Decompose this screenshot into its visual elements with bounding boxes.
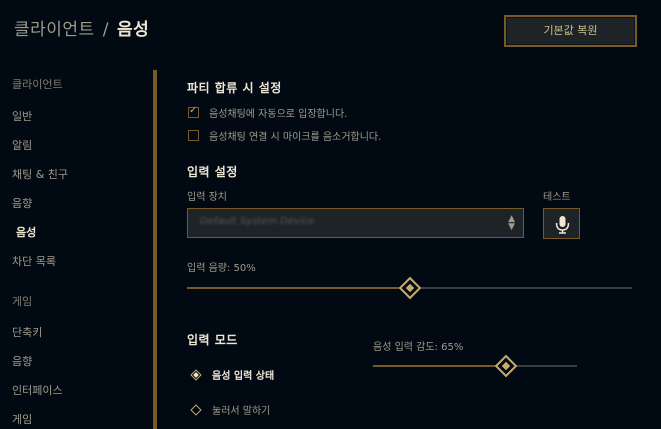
breadcrumb: 클라이언트 / 음성 (14, 15, 149, 40)
sidebar-item-game-sound[interactable]: 음향 (12, 353, 32, 369)
mic-test-button[interactable] (543, 208, 580, 239)
input-volume-label: 입력 음량: 50% (187, 263, 256, 274)
up-down-arrows-icon: ▲ ▼ (508, 214, 515, 232)
input-volume-handle[interactable] (398, 276, 421, 300)
input-device-select[interactable]: Default System Device ▲ ▼ (187, 208, 524, 238)
breadcrumb-current: 음성 (116, 20, 150, 40)
sidebar-item-voice[interactable]: 음성 (16, 224, 36, 240)
auto-join-checkbox[interactable] (188, 105, 199, 118)
input-mode-title: 입력 모드 (187, 333, 238, 347)
sidebar-item-notifications[interactable]: 알림 (12, 137, 32, 153)
sidebar-section-client: 클라이언트 (12, 78, 63, 91)
breadcrumb-section: 클라이언트 (14, 20, 95, 40)
sidebar: 클라이언트 일반 알림 채팅 & 친구 음향 음성 차단 목록 게임 단축키 음… (0, 64, 150, 429)
mute-mic-checkbox[interactable] (188, 130, 199, 141)
sidebar-item-block-list[interactable]: 차단 목록 (12, 253, 56, 269)
sidebar-item-sound[interactable]: 음향 (12, 195, 32, 211)
input-device-value: Default System Device (200, 216, 315, 227)
sidebar-item-hotkeys[interactable]: 단축키 (12, 324, 42, 340)
restore-defaults-button[interactable]: 기본값 복원 (504, 15, 637, 47)
microphone-icon (555, 216, 570, 234)
auto-join-voice-option[interactable]: 음성채팅에 자동으로 입장합니다. (188, 105, 347, 120)
sidebar-item-chat-friends[interactable]: 채팅 & 친구 (12, 166, 68, 182)
voice-activation-label: 음성 입력 상태 (212, 371, 275, 382)
sidebar-section-game: 게임 (12, 295, 33, 308)
mode-option-voice-activation[interactable]: 음성 입력 상태 (190, 367, 275, 382)
header: 클라이언트 / 음성 기본값 복원 (0, 0, 661, 60)
test-label: 테스트 (543, 192, 571, 203)
sidebar-item-general[interactable]: 일반 (12, 108, 32, 124)
input-volume-slider[interactable] (187, 276, 632, 300)
sidebar-item-interface[interactable]: 인터페이스 (12, 382, 63, 398)
input-settings-title: 입력 설정 (187, 165, 238, 179)
input-volume-fill (187, 287, 410, 289)
voice-settings-panel: 파티 합류 시 설정 음성채팅에 자동으로 입장합니다. 음성채팅 연결 시 마… (157, 60, 661, 429)
sidebar-item-game[interactable]: 게임 (12, 411, 32, 427)
sensitivity-handle[interactable] (494, 354, 517, 378)
push-to-talk-label: 눌러서 말하기 (212, 406, 271, 417)
push-to-talk-radio[interactable] (190, 403, 202, 416)
mute-mic-option[interactable]: 음성채팅 연결 시 마이크를 음소거합니다. (188, 128, 381, 143)
sensitivity-slider[interactable] (373, 354, 577, 378)
input-device-label: 입력 장치 (187, 192, 227, 203)
breadcrumb-separator: / (102, 20, 109, 40)
party-settings-title: 파티 합류 시 설정 (187, 81, 282, 95)
mode-option-push-to-talk[interactable]: 눌러서 말하기 (190, 402, 271, 417)
mute-mic-label: 음성채팅 연결 시 마이크를 음소거합니다. (209, 132, 382, 143)
sensitivity-fill (373, 365, 506, 367)
sensitivity-label: 음성 입력 감도: 65% (373, 342, 464, 353)
voice-activation-radio[interactable] (190, 368, 202, 381)
auto-join-label: 음성채팅에 자동으로 입장합니다. (209, 109, 348, 120)
